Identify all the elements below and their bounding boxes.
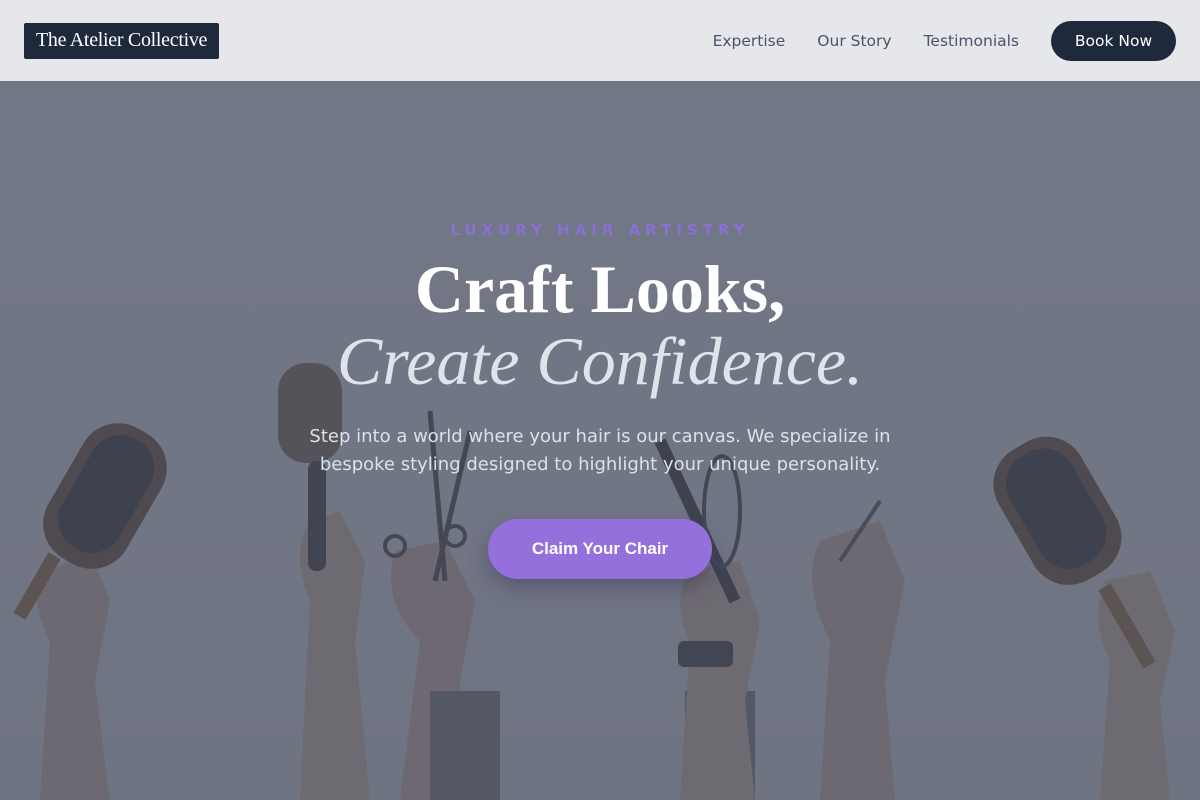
hero-headline-line2: Create Confidence.: [336, 323, 864, 399]
hero-eyebrow: LUXURY HAIR ARTISTRY: [450, 221, 750, 239]
nav-link-testimonials[interactable]: Testimonials: [924, 32, 1019, 50]
top-navbar: The Atelier Collective Expertise Our Sto…: [0, 0, 1200, 81]
nav-menu: Expertise Our Story Testimonials Book No…: [713, 20, 1176, 61]
brand-logo[interactable]: The Atelier Collective: [24, 22, 220, 59]
nav-link-expertise[interactable]: Expertise: [713, 32, 786, 50]
nav-link-our-story[interactable]: Our Story: [817, 32, 891, 50]
hero-section: LUXURY HAIR ARTISTRY Craft Looks, Create…: [0, 81, 1200, 800]
hero-headline-line1: Craft Looks,: [414, 251, 786, 327]
book-now-button[interactable]: Book Now: [1051, 20, 1176, 61]
hero-subtext: Step into a world where your hair is our…: [309, 426, 891, 475]
claim-your-chair-button[interactable]: Claim Your Chair: [488, 519, 712, 579]
hero-content: LUXURY HAIR ARTISTRY Craft Looks, Create…: [0, 81, 1200, 800]
